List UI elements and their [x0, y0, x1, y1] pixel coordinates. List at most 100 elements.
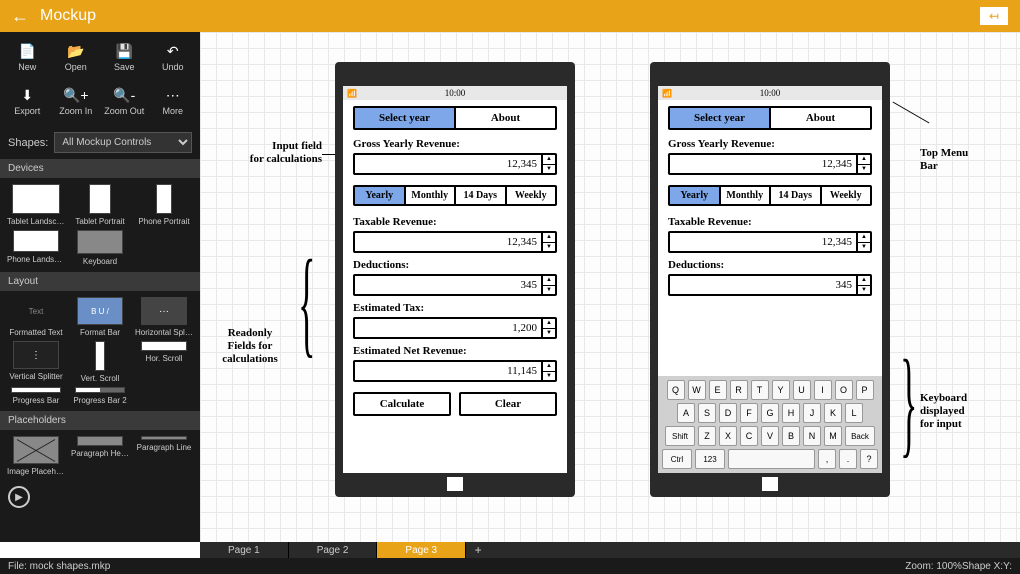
- key-W[interactable]: W: [688, 380, 706, 400]
- key-Q[interactable]: Q: [667, 380, 685, 400]
- seg-monthly[interactable]: Monthly: [406, 187, 457, 204]
- taxable-field[interactable]: ▲▼: [353, 231, 557, 253]
- calculate-button[interactable]: Calculate: [353, 392, 451, 416]
- undo-icon: ↶: [167, 43, 179, 60]
- key-F[interactable]: F: [740, 403, 758, 423]
- shapes-filter-row: Shapes: All Mockup Controls: [0, 126, 200, 159]
- save-button[interactable]: 💾Save: [101, 36, 148, 78]
- key-space[interactable]: [728, 449, 815, 469]
- deductions-field[interactable]: ▲▼: [353, 274, 557, 296]
- key-Z[interactable]: Z: [698, 426, 716, 446]
- tab-about-2[interactable]: About: [771, 108, 870, 128]
- more-button[interactable]: ⋯More: [150, 80, 197, 122]
- key-G[interactable]: G: [761, 403, 779, 423]
- new-button[interactable]: 📄New: [4, 36, 51, 78]
- key-C[interactable]: C: [740, 426, 758, 446]
- phone-portrait-item[interactable]: Phone Portrait: [134, 184, 194, 226]
- key-V[interactable]: V: [761, 426, 779, 446]
- net-input[interactable]: [355, 362, 541, 380]
- undo-button[interactable]: ↶Undo: [150, 36, 197, 78]
- key-B[interactable]: B: [782, 426, 800, 446]
- paragraph-line-item[interactable]: Paragraph Line: [134, 436, 194, 476]
- key-I[interactable]: I: [814, 380, 832, 400]
- key-H[interactable]: H: [782, 403, 800, 423]
- spinner[interactable]: ▲▼: [541, 155, 555, 173]
- page-tab-2[interactable]: Page 2: [289, 542, 378, 558]
- key-J[interactable]: J: [803, 403, 821, 423]
- key-Ctrl[interactable]: Ctrl: [662, 449, 692, 469]
- progress-bar2-item[interactable]: Progress Bar 2: [70, 387, 130, 405]
- horizontal-splitter-item[interactable]: Horizontal Splitter: [134, 297, 194, 337]
- tab-select-year[interactable]: Select year: [355, 108, 456, 128]
- hor-scroll-item[interactable]: Hor. Scroll: [134, 341, 194, 383]
- tax-input[interactable]: [355, 319, 541, 337]
- taxable-input[interactable]: [355, 233, 541, 251]
- file-label: File: mock shapes.mkp: [8, 561, 110, 572]
- key-Y[interactable]: Y: [772, 380, 790, 400]
- key-X[interactable]: X: [719, 426, 737, 446]
- play-button[interactable]: ▶: [8, 486, 30, 508]
- key-L[interactable]: L: [845, 403, 863, 423]
- page-tab-3[interactable]: Page 3: [377, 542, 466, 558]
- key-N[interactable]: N: [803, 426, 821, 446]
- gross-field[interactable]: ▲▼: [353, 153, 557, 175]
- seg-weekly[interactable]: Weekly: [507, 187, 556, 204]
- key-O[interactable]: O: [835, 380, 853, 400]
- image-placeholder-item[interactable]: Image Placeholder: [6, 436, 66, 476]
- key-A[interactable]: A: [677, 403, 695, 423]
- annotation-top-menu: Top Menu Bar: [920, 147, 990, 173]
- phone-mockup-1[interactable]: 📶10:00 Select year About Gross Yearly Re…: [335, 62, 575, 497]
- key-?[interactable]: ?: [860, 449, 878, 469]
- gross-input[interactable]: [355, 155, 541, 173]
- key-U[interactable]: U: [793, 380, 811, 400]
- deductions-input[interactable]: [355, 276, 541, 294]
- key-T[interactable]: T: [751, 380, 769, 400]
- vert-scroll-item[interactable]: Vert. Scroll: [70, 341, 130, 383]
- formatted-text-item[interactable]: TextFormatted Text: [6, 297, 66, 337]
- key-P[interactable]: P: [856, 380, 874, 400]
- key-.[interactable]: .: [839, 449, 857, 469]
- tax-field[interactable]: ▲▼: [353, 317, 557, 339]
- shapes-select[interactable]: All Mockup Controls: [54, 132, 192, 153]
- key-D[interactable]: D: [719, 403, 737, 423]
- seg-14days[interactable]: 14 Days: [456, 187, 507, 204]
- seg-yearly[interactable]: Yearly: [355, 187, 406, 204]
- text-icon: Text: [13, 297, 59, 325]
- page-tab-1[interactable]: Page 1: [200, 542, 289, 558]
- format-bar-item[interactable]: B U /Format Bar: [70, 297, 130, 337]
- key-Back[interactable]: Back: [845, 426, 875, 446]
- layout-grid: TextFormatted Text B U /Format Bar Horiz…: [0, 291, 200, 411]
- tab-about[interactable]: About: [456, 108, 555, 128]
- key-S[interactable]: S: [698, 403, 716, 423]
- canvas[interactable]: Input field for calculations { Readonly …: [200, 32, 1020, 542]
- phone-mockup-2[interactable]: 📶10:00 Select year About Gross Yearly Re…: [650, 62, 890, 497]
- paragraph-header-item[interactable]: Paragraph Header: [70, 436, 130, 476]
- export-button[interactable]: ⬇Export: [4, 80, 51, 122]
- key-Shift[interactable]: Shift: [665, 426, 695, 446]
- key-K[interactable]: K: [824, 403, 842, 423]
- tablet-landscape-item[interactable]: Tablet Landscape: [6, 184, 66, 226]
- open-button[interactable]: 📂Open: [53, 36, 100, 78]
- key-R[interactable]: R: [730, 380, 748, 400]
- key-E[interactable]: E: [709, 380, 727, 400]
- phone-landscape-icon: [13, 230, 59, 252]
- back-button[interactable]: ←: [8, 4, 32, 28]
- key-M[interactable]: M: [824, 426, 842, 446]
- exit-button[interactable]: ↤: [980, 7, 1008, 25]
- key-,[interactable]: ,: [818, 449, 836, 469]
- zoom-in-button[interactable]: 🔍+Zoom In: [53, 80, 100, 122]
- tax-label: Estimated Tax:: [353, 302, 557, 314]
- tablet-portrait-item[interactable]: Tablet Portrait: [70, 184, 130, 226]
- net-field[interactable]: ▲▼: [353, 360, 557, 382]
- tab-select-year-2[interactable]: Select year: [670, 108, 771, 128]
- para-line-icon: [141, 436, 187, 440]
- key-123[interactable]: 123: [695, 449, 725, 469]
- progress-bar-item[interactable]: Progress Bar: [6, 387, 66, 405]
- keyboard-item[interactable]: Keyboard: [70, 230, 130, 266]
- phone-landscape-item[interactable]: Phone Landscape: [6, 230, 66, 266]
- vertical-splitter-item[interactable]: Vertical Splitter: [6, 341, 66, 383]
- clear-button[interactable]: Clear: [459, 392, 557, 416]
- shape-x-label: Shape X:: [962, 561, 1003, 572]
- add-page-button[interactable]: +: [466, 542, 490, 558]
- zoom-out-button[interactable]: 🔍-Zoom Out: [101, 80, 148, 122]
